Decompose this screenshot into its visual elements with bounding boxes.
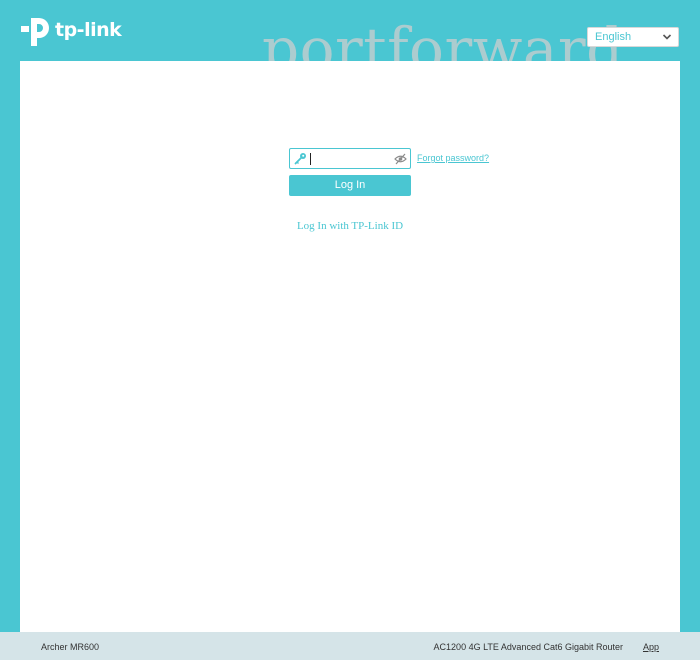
text-cursor: [310, 153, 311, 165]
footer-app-link[interactable]: App: [643, 642, 659, 652]
language-selected-value: English: [595, 31, 632, 43]
main-content: [20, 61, 680, 632]
tplink-id-login-link[interactable]: Log In with TP-Link ID: [289, 220, 411, 232]
password-field[interactable]: [289, 148, 411, 169]
forgot-password-link[interactable]: Forgot password?: [417, 153, 489, 163]
password-input[interactable]: [309, 150, 393, 167]
header: tp-link portforward English: [0, 0, 700, 78]
footer-model: Archer MR600: [41, 642, 100, 652]
chevron-down-icon: [662, 34, 672, 40]
login-button[interactable]: Log In: [289, 175, 411, 196]
brand-logo[interactable]: tp-link: [19, 14, 122, 50]
brand-name: tp-link: [55, 18, 122, 41]
footer: Archer MR600 AC1200 4G LTE Advanced Cat6…: [0, 632, 700, 660]
key-icon: [294, 153, 306, 165]
eye-off-icon[interactable]: [394, 153, 407, 165]
footer-description: AC1200 4G LTE Advanced Cat6 Gigabit Rout…: [433, 642, 623, 652]
tp-link-logo-icon: [21, 18, 49, 46]
language-select[interactable]: English: [587, 27, 679, 47]
